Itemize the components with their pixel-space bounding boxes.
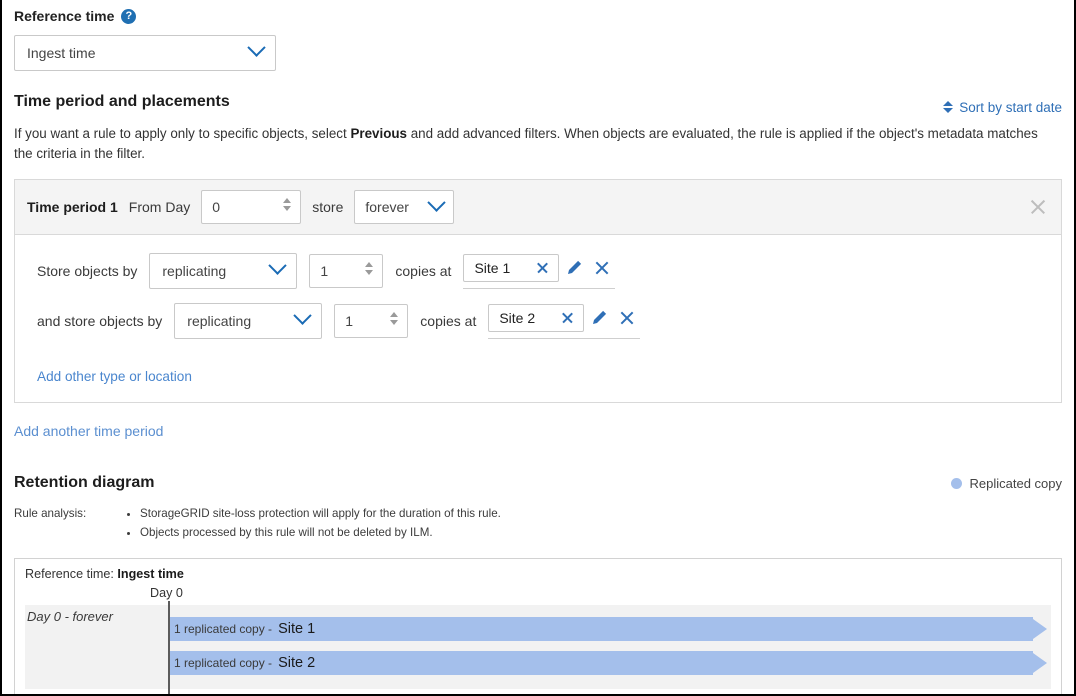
ilm-rule-page: Reference time ? Ingest time Time period… <box>0 0 1076 696</box>
placement-row: Store objects by replicating 1 copies at… <box>37 253 1039 289</box>
copies-stepper[interactable] <box>365 262 373 275</box>
placement-method-select[interactable]: replicating <box>174 303 322 339</box>
bar-copies-text: 1 replicated copy - <box>174 622 272 636</box>
reference-time-select[interactable]: Ingest time <box>14 35 276 71</box>
pencil-edit-icon[interactable] <box>586 305 612 331</box>
time-period-title: Time period 1 <box>27 199 118 215</box>
desc-part1: If you want a rule to apply only to spec… <box>14 126 350 141</box>
bar-copies-text: 1 replicated copy - <box>174 656 272 670</box>
from-day-value: 0 <box>212 199 220 215</box>
bar-arrow-icon <box>1033 653 1047 673</box>
desc-bold: Previous <box>350 126 407 141</box>
bar-arrow-icon <box>1033 619 1047 639</box>
placement-method-value: replicating <box>187 313 251 329</box>
rule-analysis-list: StorageGRID site-loss protection will ap… <box>126 506 501 544</box>
retention-diagram-chart: Reference time: Ingest time Day 0 Day 0 … <box>14 558 1062 696</box>
legend-label: Replicated copy <box>970 476 1063 491</box>
diagram-reference-prefix: Reference time: <box>25 567 114 581</box>
site-chip-label: Site 2 <box>499 310 535 326</box>
retention-diagram-title: Retention diagram <box>14 474 154 492</box>
chip-close-icon[interactable] <box>536 261 549 274</box>
placement-prefix-label: Store objects by <box>37 263 137 279</box>
copies-at-label: copies at <box>420 313 476 329</box>
chip-close-icon[interactable] <box>561 311 574 324</box>
store-label: store <box>312 199 343 215</box>
placement-method-select[interactable]: replicating <box>149 253 297 289</box>
site-chip[interactable]: Site 2 <box>488 304 584 332</box>
retention-bar: 1 replicated copy - Site 2 <box>168 651 1033 675</box>
duration-select[interactable]: forever <box>354 190 454 224</box>
duration-value: forever <box>365 199 409 215</box>
placement-method-value: replicating <box>162 263 226 279</box>
legend: Replicated copy <box>951 476 1063 491</box>
time-period-panel: Time period 1 From Day 0 store forever S… <box>14 179 1062 403</box>
time-period-header: Time period 1 From Day 0 store forever <box>15 180 1061 235</box>
list-item: StorageGRID site-loss protection will ap… <box>140 506 501 521</box>
copies-input[interactable]: 1 <box>334 304 408 338</box>
diagram-reference-value: Ingest time <box>117 567 183 581</box>
copies-stepper[interactable] <box>390 312 398 325</box>
legend-dot-icon <box>951 478 962 489</box>
day-zero-label: Day 0 <box>150 586 183 600</box>
bar-site-label: Site 2 <box>278 655 315 671</box>
add-other-type-or-location-link[interactable]: Add other type or location <box>37 369 192 384</box>
copies-at-label: copies at <box>395 263 451 279</box>
time-period-section-header: Time period and placements Sort by start… <box>14 93 1062 115</box>
remove-close-icon[interactable] <box>589 255 615 281</box>
sort-updown-icon <box>943 101 953 113</box>
site-selector[interactable]: Site 1 <box>463 254 615 289</box>
from-day-stepper[interactable] <box>283 198 291 211</box>
rule-analysis-label: Rule analysis: <box>14 506 126 544</box>
chevron-down-icon <box>271 262 284 278</box>
sort-link-label: Sort by start date <box>959 100 1062 115</box>
reference-time-field: Reference time ? <box>14 0 1062 24</box>
section-title: Time period and placements <box>14 93 230 111</box>
chevron-down-icon <box>250 44 263 60</box>
from-day-input[interactable]: 0 <box>201 190 301 224</box>
copies-input[interactable]: 1 <box>309 254 383 288</box>
sort-by-start-date-link[interactable]: Sort by start date <box>943 100 1062 115</box>
close-icon[interactable] <box>1029 198 1047 216</box>
site-selector[interactable]: Site 2 <box>488 304 640 339</box>
reference-time-label: Reference time <box>14 8 114 24</box>
copies-value: 1 <box>345 313 353 329</box>
help-circle-icon[interactable]: ? <box>121 9 136 24</box>
section-description: If you want a rule to apply only to spec… <box>14 124 1054 166</box>
copies-value: 1 <box>320 263 328 279</box>
retention-bar: 1 replicated copy - Site 1 <box>168 617 1033 641</box>
rule-analysis: Rule analysis: StorageGRID site-loss pro… <box>14 506 1062 544</box>
band-label: Day 0 - forever <box>27 609 113 624</box>
chevron-down-icon <box>430 199 443 215</box>
day-zero-axis <box>168 601 170 696</box>
time-period-body: Store objects by replicating 1 copies at… <box>15 235 1061 402</box>
remove-close-icon[interactable] <box>614 305 640 331</box>
diagram-reference-time: Reference time: Ingest time <box>15 559 1061 581</box>
pencil-edit-icon[interactable] <box>561 255 587 281</box>
from-day-label: From Day <box>129 199 190 215</box>
bar-site-label: Site 1 <box>278 621 315 637</box>
add-another-time-period-link[interactable]: Add another time period <box>14 423 163 439</box>
chevron-down-icon <box>296 312 309 328</box>
retention-diagram-header: Retention diagram Replicated copy <box>14 474 1062 492</box>
reference-time-value: Ingest time <box>27 45 95 61</box>
placement-row: and store objects by replicating 1 copie… <box>37 303 1039 339</box>
site-chip-label: Site 1 <box>474 260 510 276</box>
placement-prefix-label: and store objects by <box>37 313 162 329</box>
site-chip[interactable]: Site 1 <box>463 254 559 282</box>
list-item: Objects processed by this rule will not … <box>140 525 501 540</box>
